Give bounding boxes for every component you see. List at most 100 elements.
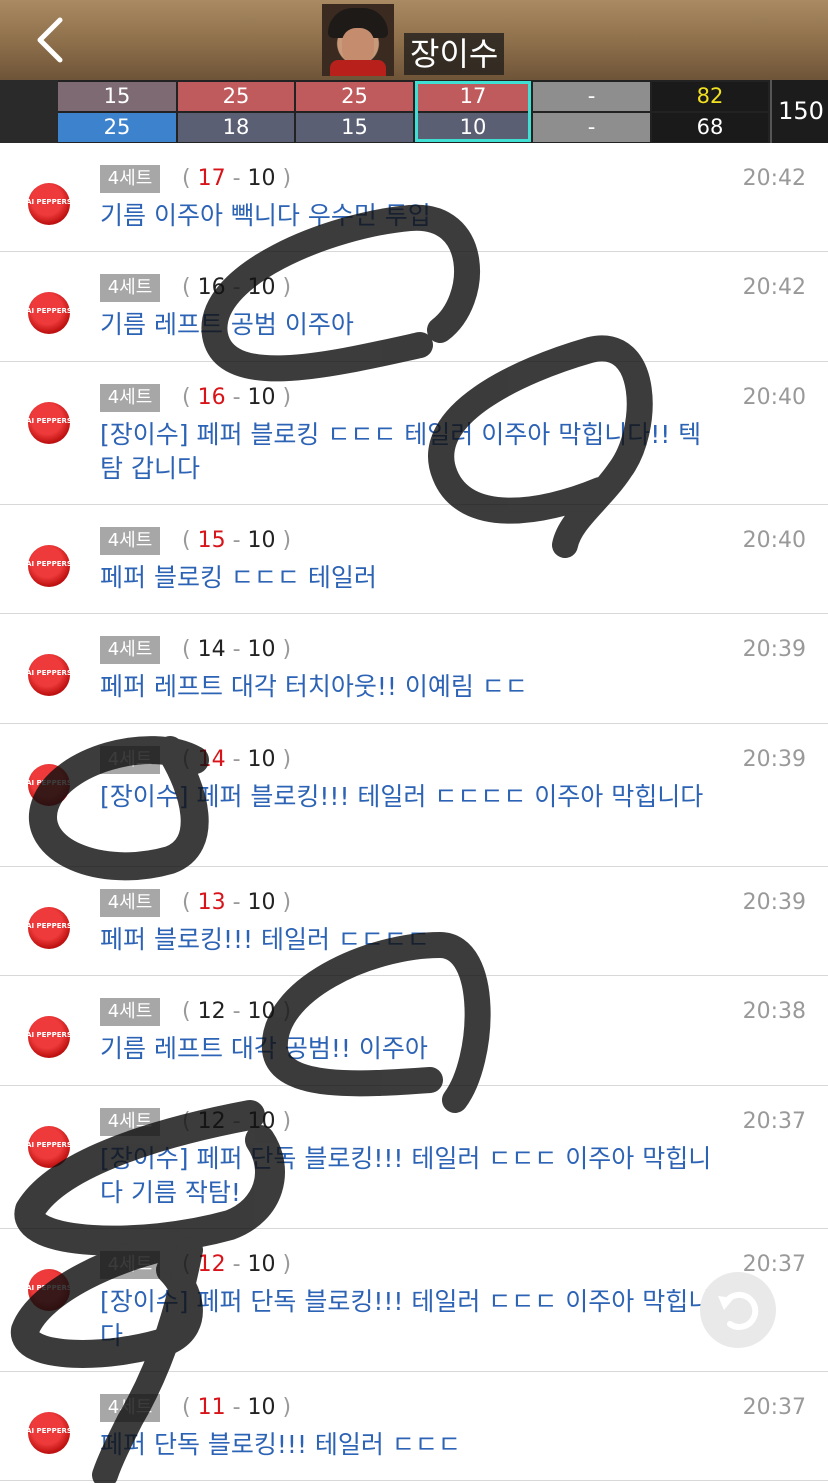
player-name: 장이수 (404, 33, 505, 75)
set-badge: 4세트 (100, 1108, 160, 1136)
set-badge: 4세트 (100, 998, 160, 1026)
timestamp: 20:42 (742, 275, 806, 300)
feed-row[interactable]: AI PEPPERS 4세트 ( 14 - 10 ) 20:39 [장이수] 페퍼 블로… (0, 724, 828, 867)
away-score: 10 (247, 385, 276, 410)
team-logo-text: AI PEPPERS (26, 1284, 72, 1292)
feed-message: 페퍼 블로킹!!! 테일러 ㄷㄷㄷㄷ (100, 925, 430, 954)
team-logo-text: AI PEPPERS (26, 307, 72, 315)
home-score: 16 (197, 275, 226, 300)
feed-row[interactable]: AI PEPPERS 4세트 ( 15 - 10 ) 20:40 페퍼 블로킹 ㄷㄷㄷ … (0, 505, 828, 614)
home-set-2: 25 (178, 82, 294, 111)
feed-row[interactable]: AI PEPPERS 4세트 ( 16 - 10 ) 20:40 [장이수] 페퍼 블로… (0, 362, 828, 505)
feed-message: 페퍼 레프트 대각 터치아웃!! 이예림 ㄷㄷ (100, 672, 528, 701)
home-set-5: - (533, 82, 650, 111)
team-logo-text: AI PEPPERS (26, 1427, 72, 1435)
away-score: 10 (247, 999, 276, 1024)
rally-score: ( 12 - 10 ) (182, 1252, 292, 1277)
away-set-5: - (533, 113, 650, 142)
home-set-3: 25 (296, 82, 413, 111)
team-logo: AI PEPPERS (26, 907, 72, 949)
player-avatar (322, 4, 394, 76)
away-score: 10 (247, 1109, 276, 1134)
team-logo-text: AI PEPPERS (26, 669, 72, 677)
home-total: 82 (652, 82, 768, 111)
feed-row[interactable]: AI PEPPERS 4세트 ( 12 - 10 ) 20:38 기름 레프트 대각 공… (0, 976, 828, 1086)
timestamp: 20:37 (742, 1109, 806, 1134)
rally-score: ( 11 - 10 ) (182, 1395, 292, 1420)
home-score: 12 (197, 1252, 226, 1277)
feed-message: [장이수] 페퍼 단독 블로킹!!! 테일러 ㄷㄷㄷ 이주아 막힙니다 (100, 1287, 712, 1350)
team-logo-text: AI PEPPERS (26, 417, 72, 425)
away-score: 10 (247, 275, 276, 300)
team-logo-text: AI PEPPERS (26, 922, 72, 930)
team-logo-text: AI PEPPERS (26, 198, 72, 206)
home-set-1: 15 (58, 82, 176, 111)
team-logo-text: AI PEPPERS (26, 1031, 72, 1039)
feed-message: 페퍼 블로킹 ㄷㄷㄷ 테일러 (100, 563, 377, 592)
home-score: 13 (197, 890, 226, 915)
feed-message: [장이수] 페퍼 블로킹 ㄷㄷㄷ 테일러 이주아 막힙니다!! 텍탐 갑니다 (100, 420, 702, 483)
away-score: 10 (247, 1252, 276, 1277)
rally-score: ( 16 - 10 ) (182, 385, 292, 410)
refresh-button[interactable] (700, 1272, 776, 1348)
away-score: 10 (247, 166, 276, 191)
away-total: 68 (652, 113, 768, 142)
away-score: 10 (247, 528, 276, 553)
timestamp: 20:39 (742, 747, 806, 772)
feed-row[interactable]: AI PEPPERS 4세트 ( 14 - 10 ) 20:39 페퍼 레프트 대각 터… (0, 614, 828, 724)
refresh-icon (718, 1291, 759, 1330)
feed-message: 기름 레프트 대각 공범!! 이주아 (100, 1034, 428, 1063)
chevron-left-icon[interactable] (30, 14, 74, 66)
feed-message: 기름 이주아 빽니다 우수민 투입 (100, 201, 431, 230)
feed-row[interactable]: AI PEPPERS 4세트 ( 17 - 10 ) 20:42 기름 이주아 빽니다 … (0, 143, 828, 252)
feed-message: 페퍼 단독 블로킹!!! 테일러 ㄷㄷㄷ (100, 1430, 461, 1459)
current-set-highlight (415, 81, 531, 142)
away-score: 10 (247, 637, 276, 662)
rally-score: ( 14 - 10 ) (182, 637, 292, 662)
team-logo: AI PEPPERS (26, 1269, 72, 1311)
timestamp: 20:39 (742, 890, 806, 915)
rally-score: ( 12 - 10 ) (182, 999, 292, 1024)
top-bar: 장이수 (0, 0, 828, 80)
team-logo-text: AI PEPPERS (26, 560, 72, 568)
away-score: 10 (247, 890, 276, 915)
away-score: 10 (247, 1395, 276, 1420)
away-set-3: 15 (296, 113, 413, 142)
home-score: 12 (197, 999, 226, 1024)
team-logo: AI PEPPERS (26, 764, 72, 806)
timestamp: 20:37 (742, 1395, 806, 1420)
rally-score: ( 16 - 10 ) (182, 275, 292, 300)
feed-row[interactable]: AI PEPPERS 4세트 ( 13 - 10 ) 20:39 페퍼 블로킹!!! 테… (0, 867, 828, 976)
rally-score: ( 17 - 10 ) (182, 166, 292, 191)
set-badge: 4세트 (100, 1394, 160, 1422)
timestamp: 20:40 (742, 528, 806, 553)
set-badge: 4세트 (100, 274, 160, 302)
rally-score: ( 14 - 10 ) (182, 747, 292, 772)
away-score: 10 (247, 747, 276, 772)
team-logo: AI PEPPERS (26, 1126, 72, 1168)
grand-total: 150 (770, 80, 828, 143)
set-badge: 4세트 (100, 384, 160, 412)
home-score: 12 (197, 1109, 226, 1134)
team-logo: AI PEPPERS (26, 183, 72, 225)
set-badge: 4세트 (100, 636, 160, 664)
feed-row[interactable]: AI PEPPERS 4세트 ( 12 - 10 ) 20:37 [장이수] 페퍼 단독… (0, 1086, 828, 1229)
home-score: 14 (197, 747, 226, 772)
scoreboard: 15 25 25 17 - 82 25 18 15 10 - 68 (0, 80, 828, 143)
timestamp: 20:38 (742, 999, 806, 1024)
feed-row[interactable]: AI PEPPERS 4세트 ( 16 - 10 ) 20:42 기름 레프트 공범 이… (0, 252, 828, 362)
rally-score: ( 13 - 10 ) (182, 890, 292, 915)
set-badge: 4세트 (100, 889, 160, 917)
team-logo: AI PEPPERS (26, 292, 72, 334)
team-logo-text: AI PEPPERS (26, 779, 72, 787)
home-score: 14 (197, 637, 226, 662)
timestamp: 20:39 (742, 637, 806, 662)
team-logo: AI PEPPERS (26, 1016, 72, 1058)
feed-row[interactable]: AI PEPPERS 4세트 ( 11 - 10 ) 20:37 페퍼 단독 블로킹!!… (0, 1372, 828, 1481)
team-logo: AI PEPPERS (26, 402, 72, 444)
feed-message: [장이수] 페퍼 단독 블로킹!!! 테일러 ㄷㄷㄷ 이주아 막힙니다 기름 작… (100, 1144, 712, 1207)
rally-score: ( 15 - 10 ) (182, 528, 292, 553)
home-score: 11 (197, 1395, 226, 1420)
team-logo-text: AI PEPPERS (26, 1141, 72, 1149)
team-logo: AI PEPPERS (26, 1412, 72, 1454)
